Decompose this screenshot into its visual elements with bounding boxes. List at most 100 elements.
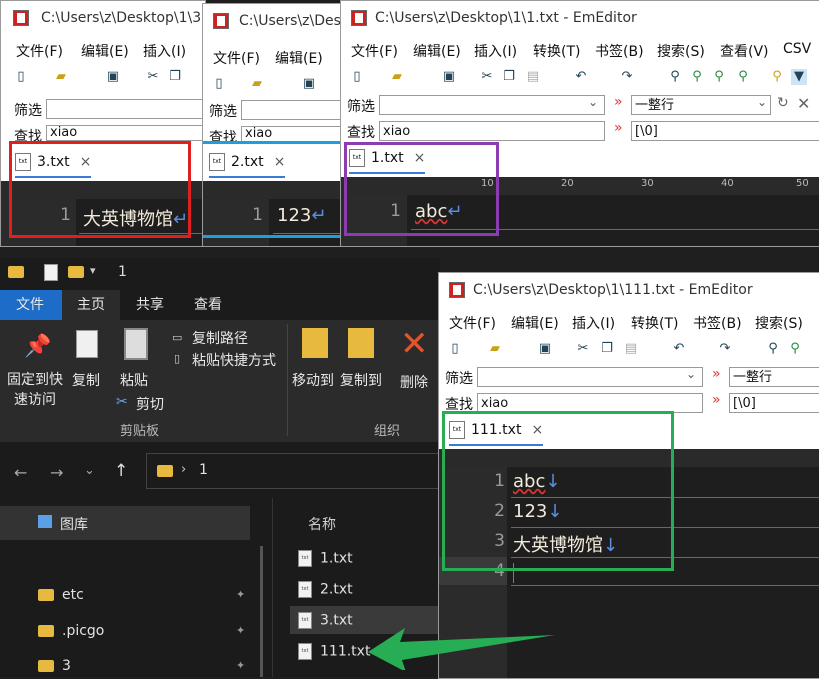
highlight-icon[interactable]: ⚲ [769, 69, 785, 85]
filter-dropdown-icon[interactable]: ⌄ [686, 367, 696, 381]
find-input[interactable]: xiao [477, 393, 703, 413]
copy-icon[interactable]: ❐ [167, 69, 183, 85]
recent-dropdown-icon[interactable]: ⌄ [84, 463, 95, 478]
find-icon[interactable]: ⚲ [765, 341, 781, 357]
breadcrumb[interactable]: 1 [199, 462, 208, 478]
undo-icon[interactable]: ↶ [573, 69, 589, 85]
menu-edit[interactable]: 编辑(E) [81, 41, 129, 61]
pin-icon[interactable]: ✦ [236, 659, 245, 672]
refresh-icon[interactable]: ↻ [777, 95, 789, 111]
cut-icon[interactable]: ✂ [145, 69, 161, 85]
filter-dropdown-icon[interactable]: ⌄ [588, 95, 598, 109]
menu-file[interactable]: 文件(F) [16, 41, 63, 61]
sidebar-item-picgo[interactable]: .picgo [38, 623, 104, 639]
cut-button[interactable]: 剪切 [136, 394, 164, 414]
copy-icon[interactable]: ❐ [501, 69, 517, 85]
tab-share[interactable]: 共享 [136, 294, 164, 314]
title-bar[interactable]: C:\Users\z\Desktop\1\2.txt [203, 4, 351, 38]
new-folder-icon[interactable] [68, 266, 84, 278]
sidebar-item-gallery[interactable]: 图库 [0, 506, 250, 540]
replace-icon[interactable]: ⚲ [735, 69, 751, 85]
pin-icon[interactable]: ✦ [236, 588, 245, 601]
menu-convert[interactable]: 转换(T) [631, 313, 678, 333]
menu-search[interactable]: 搜索(S) [755, 313, 803, 333]
save-icon[interactable]: ▣ [441, 69, 457, 85]
filter-input[interactable] [477, 367, 703, 387]
menu-bookmark[interactable]: 书签(B) [595, 41, 644, 61]
filter-options-icon[interactable]: » [614, 94, 623, 110]
regex-field[interactable]: [\0] [729, 393, 819, 413]
title-bar[interactable]: C:\Users\z\Desktop\1\3.txt [1, 1, 205, 35]
save-icon[interactable]: ▣ [301, 76, 317, 92]
column-header-name[interactable]: 名称 [308, 514, 336, 534]
address-bar[interactable]: › 1 [146, 453, 440, 489]
copy-to-button[interactable]: 复制到 [340, 370, 382, 390]
find-next-icon[interactable]: ⚲ [689, 69, 705, 85]
menu-insert[interactable]: 插入(I) [143, 41, 186, 61]
open-folder-icon[interactable]: ▰ [53, 69, 69, 85]
pin-quick-access-button[interactable]: 固定到快速访问 [4, 370, 66, 410]
find-next-icon[interactable]: ⚲ [787, 341, 803, 357]
filter-input[interactable] [46, 99, 205, 119]
find-input[interactable]: xiao [46, 125, 205, 141]
undo-icon[interactable]: ↶ [671, 341, 687, 357]
cut-icon[interactable]: ✂ [479, 69, 495, 85]
sidebar-item-3[interactable]: 3 [38, 658, 71, 674]
find-input[interactable]: xiao [241, 126, 351, 142]
filter-input[interactable] [241, 100, 351, 120]
menu-file[interactable]: 文件(F) [449, 313, 496, 333]
menu-convert[interactable]: 转换(T) [533, 41, 580, 61]
menu-edit[interactable]: 编辑(E) [413, 41, 461, 61]
sidebar-item-etc[interactable]: etc [38, 587, 84, 603]
find-input[interactable]: xiao [379, 121, 605, 141]
filter-mode-select[interactable]: 一整行 [631, 95, 771, 115]
new-file-icon[interactable]: ▯ [349, 69, 365, 85]
filter-mode-select[interactable]: 一整行 [729, 367, 819, 387]
menu-file[interactable]: 文件(F) [213, 48, 260, 68]
tab-view[interactable]: 查看 [194, 294, 222, 314]
cut-icon[interactable]: ✂ [575, 341, 591, 357]
redo-icon[interactable]: ↷ [717, 341, 733, 357]
save-icon[interactable]: ▣ [537, 341, 553, 357]
back-icon[interactable]: ← [14, 463, 27, 482]
open-folder-icon[interactable]: ▰ [249, 76, 265, 92]
menu-insert[interactable]: 插入(I) [474, 41, 517, 61]
menu-edit[interactable]: 编辑(E) [275, 48, 323, 68]
new-file-icon[interactable]: ▯ [211, 76, 227, 92]
find-options-icon[interactable]: » [614, 120, 623, 136]
paste-shortcut-button[interactable]: 粘贴快捷方式 [192, 350, 276, 370]
copy-icon[interactable]: ❐ [599, 341, 615, 357]
pin-icon[interactable]: ✦ [236, 624, 245, 637]
menu-bookmark[interactable]: 书签(B) [693, 313, 742, 333]
up-icon[interactable]: ↑ [114, 461, 128, 481]
pane-divider[interactable] [272, 498, 273, 677]
move-to-button[interactable]: 移动到 [292, 370, 334, 390]
save-icon[interactable]: ▣ [105, 69, 121, 85]
list-item-3-txt[interactable]: txt 3.txt [298, 612, 353, 629]
paste-icon[interactable]: ▤ [525, 69, 541, 85]
qat-dropdown-icon[interactable]: ▾ [90, 264, 96, 277]
open-folder-icon[interactable]: ▰ [487, 341, 503, 357]
regex-field[interactable]: [\0] [631, 121, 819, 141]
find-prev-icon[interactable]: ⚲ [711, 69, 727, 85]
sidebar-scrollbar[interactable] [260, 546, 263, 677]
menu-search[interactable]: 搜索(S) [657, 41, 705, 61]
list-item-2-txt[interactable]: txt 2.txt [298, 581, 353, 598]
paste-icon[interactable]: ▤ [623, 341, 639, 357]
properties-icon[interactable] [44, 264, 58, 281]
menu-edit[interactable]: 编辑(E) [511, 313, 559, 333]
new-file-icon[interactable]: ▯ [13, 69, 29, 85]
menu-insert[interactable]: 插入(I) [572, 313, 615, 333]
find-icon[interactable]: ⚲ [667, 69, 683, 85]
filter-input[interactable] [379, 95, 605, 115]
delete-button[interactable]: 删除 [400, 372, 428, 392]
menu-csv[interactable]: CSV [783, 41, 811, 57]
new-file-icon[interactable]: ▯ [447, 341, 463, 357]
filter-options-icon[interactable]: » [712, 366, 721, 382]
paste-button[interactable]: 粘贴 [120, 370, 148, 390]
filter-icon[interactable]: ▼ [791, 69, 807, 85]
title-bar[interactable]: C:\Users\z\Desktop\1\1.txt - EmEditor [341, 1, 819, 35]
menu-file[interactable]: 文件(F) [351, 41, 398, 61]
copy-path-button[interactable]: 复制路径 [192, 328, 248, 348]
close-filter-icon[interactable]: ✕ [797, 94, 810, 113]
